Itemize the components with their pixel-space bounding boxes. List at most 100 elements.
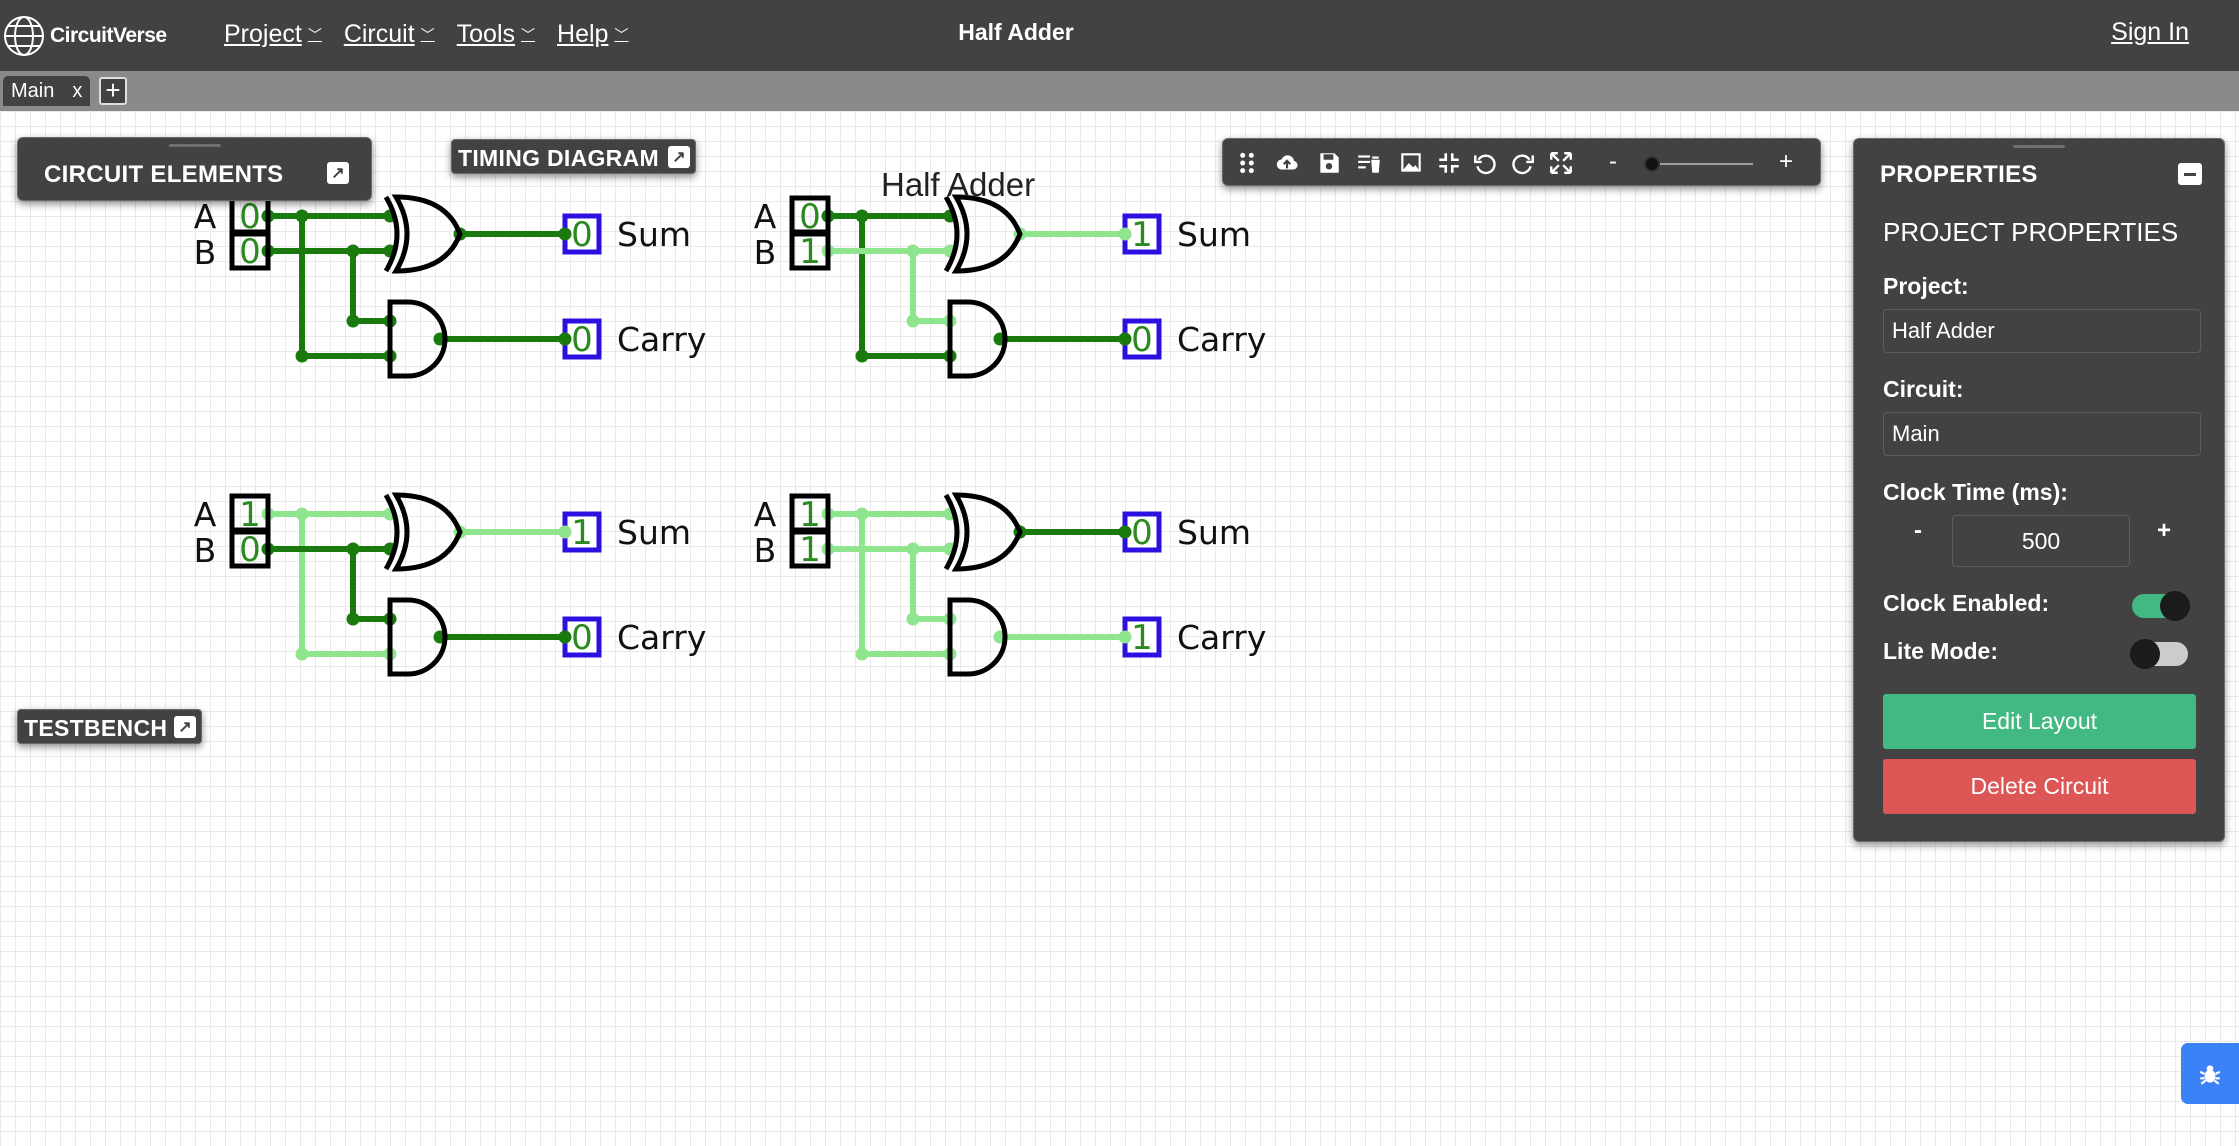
clock-time-label: Clock Time (ms): xyxy=(1883,479,2068,505)
circuit-elements-heading: CIRCUIT ELEMENTS xyxy=(44,161,284,188)
wire-node xyxy=(1118,525,1132,539)
clock-increment-button[interactable]: + xyxy=(2157,517,2171,545)
wire-node xyxy=(558,525,572,539)
drag-handle[interactable] xyxy=(168,144,221,147)
input-b-label: B xyxy=(754,233,777,272)
drag-handle[interactable] xyxy=(2013,145,2065,148)
project-title: Half Adder xyxy=(958,19,1074,45)
bug-report-button[interactable] xyxy=(2181,1043,2239,1104)
properties-panel: PROPERTIES PROJECT PROPERTIES Project: C… xyxy=(1853,138,2225,842)
expand-icon[interactable]: ↗ xyxy=(327,162,349,184)
input-a-value: 0 xyxy=(799,197,821,237)
wire-node xyxy=(558,227,572,241)
expand-icon[interactable]: ↗ xyxy=(668,146,690,168)
sum-value: 0 xyxy=(571,215,593,255)
top-navbar: CircuitVerse Project ﹀ Circuit ﹀ Tools ﹀ He… xyxy=(0,0,2239,71)
collapse-icon[interactable] xyxy=(2178,163,2202,185)
xor-gate-back xyxy=(943,493,960,571)
input-a-value: 1 xyxy=(799,495,821,535)
circuit-name-input[interactable] xyxy=(1883,412,2201,456)
input-a-label: A xyxy=(194,495,217,534)
wire-node xyxy=(855,507,869,521)
cloud-upload-icon[interactable] xyxy=(1273,149,1301,177)
sum-label: Sum xyxy=(1177,513,1251,552)
carry-value: 1 xyxy=(1131,618,1153,658)
xor-gate-back xyxy=(943,195,960,273)
timing-diagram-panel[interactable]: TIMING DIAGRAM ↗ xyxy=(451,139,696,174)
canvas-circuit-title: Half Adder xyxy=(881,166,1036,203)
bug-icon xyxy=(2199,1064,2221,1085)
wire-node xyxy=(295,349,309,363)
xor-gate xyxy=(391,194,463,274)
wire-node xyxy=(1118,332,1132,346)
project-name-input[interactable] xyxy=(1883,309,2201,353)
add-tab-button[interactable]: + xyxy=(99,77,127,105)
zoom-in-button[interactable]: + xyxy=(1779,148,1793,176)
zoom-slider-thumb[interactable] xyxy=(1644,156,1660,172)
lite-mode-toggle[interactable] xyxy=(2130,639,2188,669)
input-b-label: B xyxy=(194,531,217,570)
input-a-value: 0 xyxy=(239,197,261,237)
wire-node xyxy=(295,647,309,661)
xor-gate-back xyxy=(383,195,400,273)
tab-main[interactable]: Main x xyxy=(3,76,91,106)
sign-in-link[interactable]: Sign In xyxy=(2111,18,2189,47)
sum-label: Sum xyxy=(617,215,691,254)
tab-close-button[interactable]: x xyxy=(72,80,82,103)
save-icon[interactable] xyxy=(1315,149,1343,177)
input-a-label: A xyxy=(194,197,217,236)
carry-value: 0 xyxy=(571,618,593,658)
edit-layout-button[interactable]: Edit Layout xyxy=(1883,694,2196,749)
undo-icon[interactable] xyxy=(1471,149,1499,177)
input-b-value: 0 xyxy=(239,530,261,570)
input-b-value: 1 xyxy=(799,232,821,272)
circuit-elements-panel[interactable]: CIRCUIT ELEMENTS ↗ xyxy=(17,137,372,201)
carry-value: 0 xyxy=(1131,320,1153,360)
image-icon[interactable] xyxy=(1397,149,1425,177)
testbench-heading: TESTBENCH xyxy=(24,715,168,741)
drag-handle-icon[interactable] xyxy=(1233,149,1261,177)
clock-enabled-label: Clock Enabled: xyxy=(1883,590,2050,616)
clock-decrement-button[interactable]: - xyxy=(1914,517,1922,545)
input-a-label: A xyxy=(754,197,777,236)
wire-node xyxy=(906,244,920,258)
input-a-label: A xyxy=(754,495,777,534)
xor-gate xyxy=(951,194,1023,274)
wire-node xyxy=(346,314,360,328)
wire-node xyxy=(906,612,920,626)
xor-gate-back xyxy=(383,493,400,571)
lite-mode-label: Lite Mode: xyxy=(1883,638,1998,664)
input-b-value: 1 xyxy=(799,530,821,570)
project-label: Project: xyxy=(1883,273,1969,299)
wire-node xyxy=(558,332,572,346)
input-b-label: B xyxy=(194,233,217,272)
input-a-value: 1 xyxy=(239,495,261,535)
wire-node xyxy=(346,542,360,556)
fit-screen-icon[interactable] xyxy=(1435,149,1463,177)
sum-label: Sum xyxy=(1177,215,1251,254)
zoom-slider-track[interactable] xyxy=(1647,163,1753,165)
wire-node xyxy=(295,209,309,223)
clock-enabled-toggle[interactable] xyxy=(2132,591,2190,621)
carry-label: Carry xyxy=(1177,320,1266,359)
sum-value: 0 xyxy=(1131,513,1153,553)
project-properties-title: PROJECT PROPERTIES xyxy=(1883,217,2179,247)
clear-all-icon[interactable] xyxy=(1355,149,1383,177)
delete-circuit-button[interactable]: Delete Circuit xyxy=(1883,759,2196,814)
redo-icon[interactable] xyxy=(1509,149,1537,177)
input-b-value: 0 xyxy=(239,232,261,272)
zoom-out-button[interactable]: - xyxy=(1609,148,1617,176)
toggle-knob xyxy=(2160,591,2190,621)
wire-node xyxy=(1118,630,1132,644)
wire-node xyxy=(855,349,869,363)
clock-time-input[interactable] xyxy=(1952,515,2130,567)
carry-value: 0 xyxy=(571,320,593,360)
timing-diagram-heading: TIMING DIAGRAM xyxy=(458,145,659,171)
sum-label: Sum xyxy=(617,513,691,552)
fullscreen-icon[interactable] xyxy=(1547,149,1575,177)
circuit-tab-bar: Main x + xyxy=(0,71,2239,111)
wire-node xyxy=(1118,227,1132,241)
testbench-panel[interactable]: TESTBENCH ↗ xyxy=(17,709,202,744)
circuit-label: Circuit: xyxy=(1883,376,1964,402)
expand-icon[interactable]: ↗ xyxy=(174,716,196,738)
